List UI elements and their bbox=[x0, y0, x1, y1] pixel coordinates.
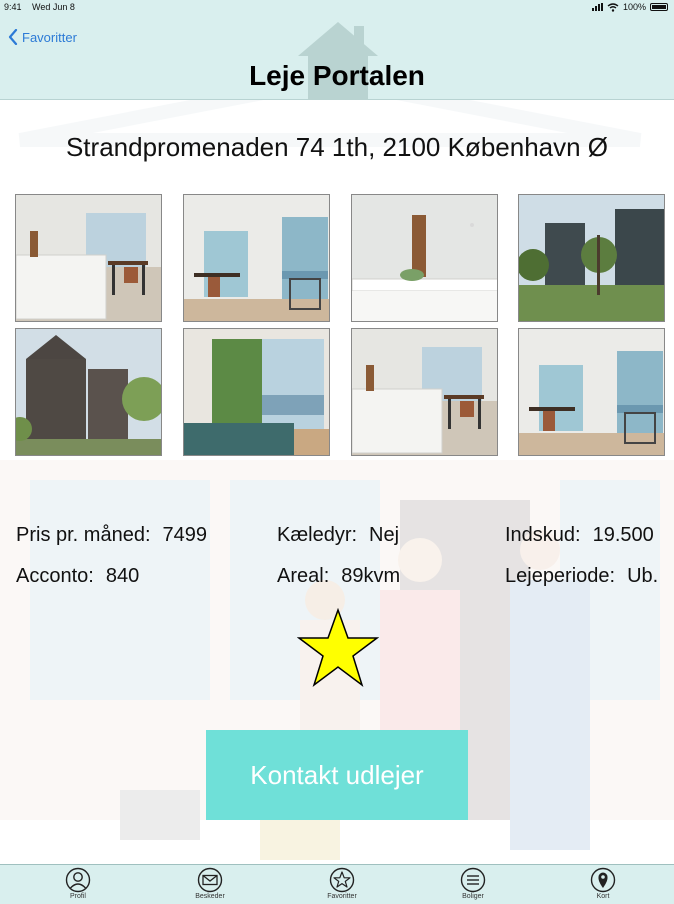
photo-gallery bbox=[15, 194, 666, 456]
back-button[interactable]: Favoritter bbox=[8, 27, 77, 47]
favorite-star-icon[interactable] bbox=[297, 608, 379, 688]
page-title: Leje Portalen bbox=[249, 60, 425, 91]
info-utilities-label: Acconto: bbox=[16, 565, 94, 587]
tab-favoritter[interactable]: Favoritter bbox=[302, 867, 382, 903]
info-utilities: Acconto: 840 bbox=[16, 565, 139, 588]
info-deposit-label: Indskud: bbox=[505, 524, 581, 546]
photo-bathroom[interactable] bbox=[351, 194, 498, 322]
tab-label: Beskeder bbox=[195, 893, 225, 900]
info-deposit-value: 19.500 bbox=[592, 524, 654, 546]
wifi-icon bbox=[607, 2, 619, 12]
photo-kitchen[interactable] bbox=[15, 194, 162, 322]
tab-label: Favoritter bbox=[327, 893, 357, 900]
info-pets: Kæledyr: Nej bbox=[277, 524, 399, 547]
info-price-value: 7499 bbox=[162, 524, 208, 546]
battery-percent: 100% bbox=[622, 2, 646, 12]
envelope-icon bbox=[197, 867, 223, 893]
status-indicators: 100% bbox=[591, 2, 668, 12]
listing-address: Strandpromenaden 74 1th, 2100 København … bbox=[65, 132, 609, 162]
status-bar: 9:41 Wed Jun 8 100% bbox=[0, 0, 674, 16]
star-icon bbox=[329, 867, 355, 893]
tab-kort[interactable]: Kort bbox=[563, 867, 643, 903]
tab-beskeder[interactable]: Beskeder bbox=[170, 867, 250, 903]
photo-bedroom[interactable] bbox=[183, 328, 330, 456]
tab-profil[interactable]: Profil bbox=[38, 867, 118, 903]
signal-icon bbox=[591, 3, 603, 11]
chevron-left-icon bbox=[8, 29, 18, 45]
info-pets-value: Nej bbox=[369, 524, 400, 546]
tab-bar: Profil Beskeder Favoritter Boliger Kort bbox=[0, 864, 674, 904]
tab-label: Boliger bbox=[462, 893, 484, 900]
info-deposit: Indskud: 19.500 bbox=[505, 524, 654, 547]
info-period: Lejeperiode: Ub. bbox=[505, 565, 658, 588]
info-price: Pris pr. måned: 7499 bbox=[16, 524, 207, 547]
battery-icon bbox=[650, 3, 668, 11]
map-pin-icon bbox=[590, 867, 616, 893]
info-area: Areal: 89kvm bbox=[277, 565, 400, 588]
back-button-label: Favoritter bbox=[22, 29, 77, 45]
photo-exterior-green[interactable] bbox=[518, 194, 665, 322]
list-icon bbox=[460, 867, 486, 893]
contact-landlord-button[interactable]: Kontakt udlejer bbox=[206, 730, 468, 820]
tab-boliger[interactable]: Boliger bbox=[433, 867, 513, 903]
photo-kitchen-2[interactable] bbox=[351, 328, 498, 456]
info-period-value: Ub. bbox=[627, 565, 659, 587]
info-price-label: Pris pr. måned: bbox=[16, 524, 151, 546]
status-time: 9:41 bbox=[4, 2, 22, 12]
photo-dining-2[interactable] bbox=[518, 328, 665, 456]
photo-dining[interactable] bbox=[183, 194, 330, 322]
info-utilities-value: 840 bbox=[105, 565, 140, 587]
profile-icon bbox=[65, 867, 91, 893]
info-period-label: Lejeperiode: bbox=[505, 565, 616, 587]
info-area-value: 89kvm bbox=[341, 565, 401, 587]
status-date: Wed Jun 8 bbox=[32, 2, 75, 12]
tab-label: Profil bbox=[70, 893, 86, 900]
photo-exterior-brick[interactable] bbox=[15, 328, 162, 456]
info-pets-label: Kæledyr: bbox=[277, 524, 358, 546]
tab-label: Kort bbox=[596, 893, 610, 900]
header: 9:41 Wed Jun 8 100% Favoritter Leje Port… bbox=[0, 0, 674, 100]
info-area-label: Areal: bbox=[277, 565, 330, 587]
